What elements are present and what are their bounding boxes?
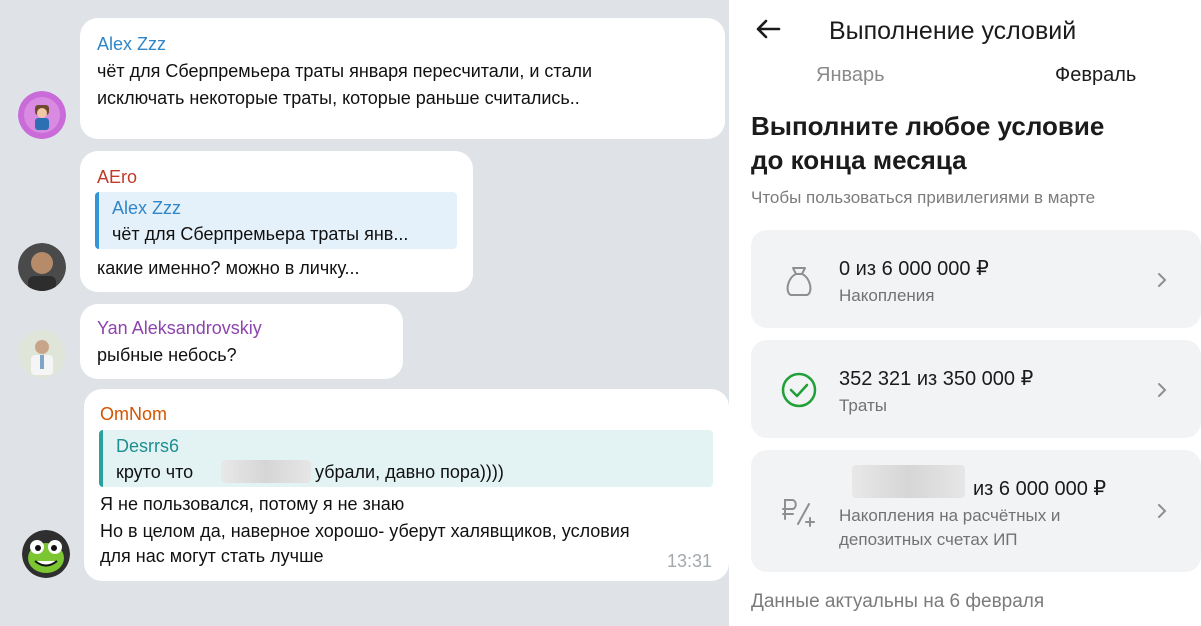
card-label: депозитных счетах ИП	[839, 530, 1018, 549]
data-freshness-note: Данные актуальны на 6 февраля	[751, 591, 1045, 612]
reply-quote-text: круто что	[116, 462, 194, 482]
reply-quote[interactable]: Alex Zzz чёт для Сберпремьера траты янв.…	[95, 192, 457, 249]
message-text: для нас могут стать лучше	[100, 546, 324, 566]
message-sender[interactable]: OmNom	[100, 403, 167, 425]
avatar[interactable]	[18, 243, 66, 291]
reply-quote-text: убрали, давно пора))))	[315, 462, 504, 482]
redacted-amount	[852, 465, 965, 498]
message-text: рыбные небось?	[97, 345, 237, 365]
condition-card-ip-savings[interactable]: из 6 000 000 ₽ Накопления на расчётных и…	[751, 450, 1201, 572]
subtitle: Чтобы пользоваться привилегиями в марте	[751, 188, 1096, 207]
tab-january[interactable]: Январь	[816, 63, 885, 87]
message-sender[interactable]: Yan Aleksandrovskiy	[97, 317, 262, 339]
card-value: 352 321 из 350 000 ₽	[839, 368, 1034, 390]
condition-card-spending[interactable]: 352 321 из 350 000 ₽ Траты	[751, 340, 1201, 438]
check-circle-icon	[781, 372, 817, 408]
message-sender[interactable]: Alex Zzz	[97, 33, 166, 55]
tab-february[interactable]: Февраль	[1055, 63, 1136, 87]
message-bubble[interactable]: Alex Zzz чёт для Сберпремьера траты янва…	[80, 18, 725, 139]
chevron-right-icon	[1158, 504, 1167, 518]
card-label: Накопления	[839, 286, 935, 305]
avatar[interactable]	[18, 91, 66, 139]
avatar[interactable]	[18, 330, 66, 378]
reply-quote-author: Alex Zzz	[112, 198, 182, 218]
redacted-text	[221, 460, 311, 483]
message-text: исключать некоторые траты, которые раньш…	[97, 88, 580, 108]
back-arrow-icon[interactable]	[753, 14, 783, 44]
card-label: Траты	[839, 396, 887, 415]
conditions-screen: Выполнение условий Январь Февраль Выполн…	[729, 0, 1201, 626]
page-title: Выполнение условий	[829, 17, 1077, 45]
message-bubble[interactable]: Yan Aleksandrovskiy рыбные небось?	[80, 304, 403, 379]
message-text: Но в целом да, наверное хорошо- уберут х…	[100, 521, 630, 541]
message-text: Я не пользовался, потому я не знаю	[100, 494, 405, 514]
money-bag-icon	[786, 267, 812, 296]
message-bubble[interactable]: OmNom Desrrs6 круто что убрали, давно по…	[84, 389, 729, 581]
card-value: 0 из 6 000 000 ₽	[839, 258, 989, 280]
headline-line: до конца месяца	[751, 145, 967, 175]
reply-quote-author: Desrrs6	[116, 436, 180, 456]
chevron-right-icon	[1158, 273, 1167, 287]
message-time: 13:31	[667, 551, 713, 571]
message-text: чёт для Сберпремьера траты января пересч…	[97, 61, 593, 81]
chat-panel: Alex Zzz чёт для Сберпремьера траты янва…	[0, 0, 729, 626]
message-text: какие именно? можно в личку...	[97, 258, 360, 278]
chevron-right-icon	[1158, 383, 1167, 397]
ruble-percent-icon	[782, 499, 815, 527]
condition-card-savings[interactable]: 0 из 6 000 000 ₽ Накопления	[751, 230, 1201, 328]
message-sender[interactable]: AEro	[97, 166, 137, 188]
message-bubble[interactable]: AEro Alex Zzz чёт для Сберпремьера траты…	[80, 151, 473, 292]
avatar[interactable]	[22, 530, 70, 578]
card-value: из 6 000 000 ₽	[973, 478, 1107, 500]
card-label: Накопления на расчётных и	[839, 506, 1061, 525]
headline-line: Выполните любое условие	[751, 111, 1105, 141]
reply-quote-text: чёт для Сберпремьера траты янв...	[112, 224, 409, 244]
reply-quote[interactable]: Desrrs6 круто что убрали, давно пора))))	[99, 430, 713, 487]
